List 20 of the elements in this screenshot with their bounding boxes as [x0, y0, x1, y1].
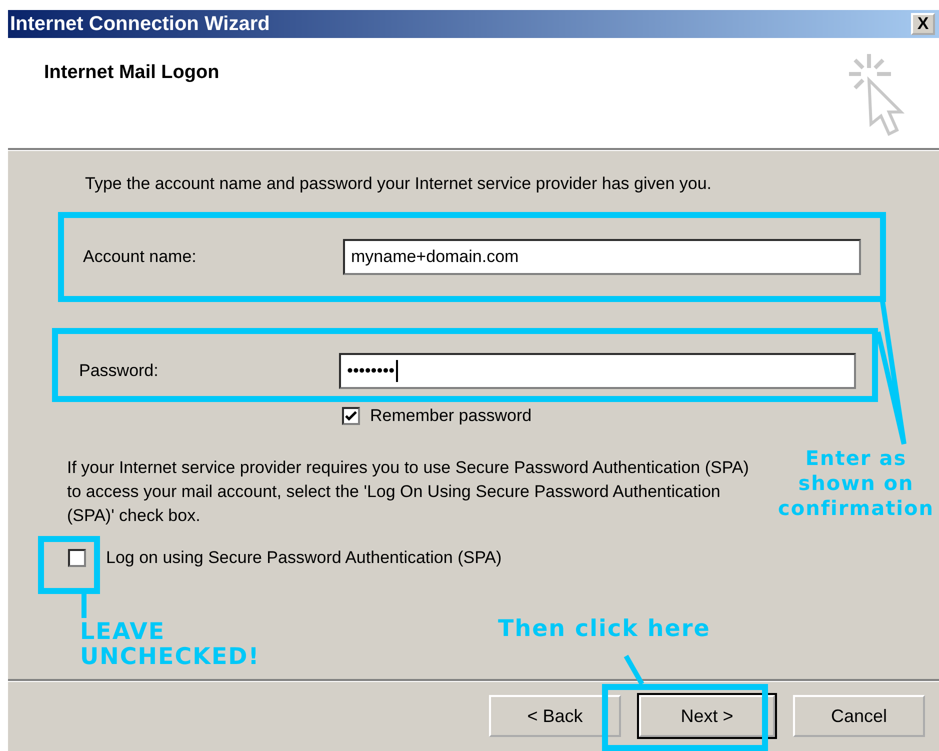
password-field[interactable]: •••••••• [339, 353, 856, 389]
wizard-button[interactable]: Cancel [793, 695, 925, 737]
annotation-text: Enter as shown on confirmation [777, 446, 935, 521]
page-heading: Internet Mail Logon [44, 62, 220, 84]
annotation-text: LEAVE UNCHECKED! [80, 620, 261, 670]
window-title: Internet Connection Wizard [9, 12, 270, 36]
account-name-field[interactable]: myname+domain.com [343, 239, 861, 275]
spa-description: If your Internet service provider requires you to use Secure Password Authentication (SPA) to access your mail account, select the 'Log On Using Secure Password Authentication (SPA)' check box. [67, 457, 750, 527]
field-label: Account name: [83, 247, 198, 267]
checkbox[interactable] [68, 549, 86, 567]
checkbox-label: Remember password [370, 406, 532, 426]
highlight-frame [38, 536, 100, 594]
close-button[interactable]: X [911, 13, 935, 35]
instruction-text: Type the account name and password your Internet service provider has given you. [85, 174, 713, 194]
checkbox[interactable] [342, 407, 360, 425]
field-label: Password: [79, 361, 160, 381]
checkbox-label: Log on using Secure Password Authentication (SPA) [106, 548, 502, 568]
wizard-button[interactable]: < Back [489, 695, 621, 737]
wizard-button[interactable]: Next > [639, 695, 775, 737]
annotation-text: Then click here [498, 616, 710, 642]
